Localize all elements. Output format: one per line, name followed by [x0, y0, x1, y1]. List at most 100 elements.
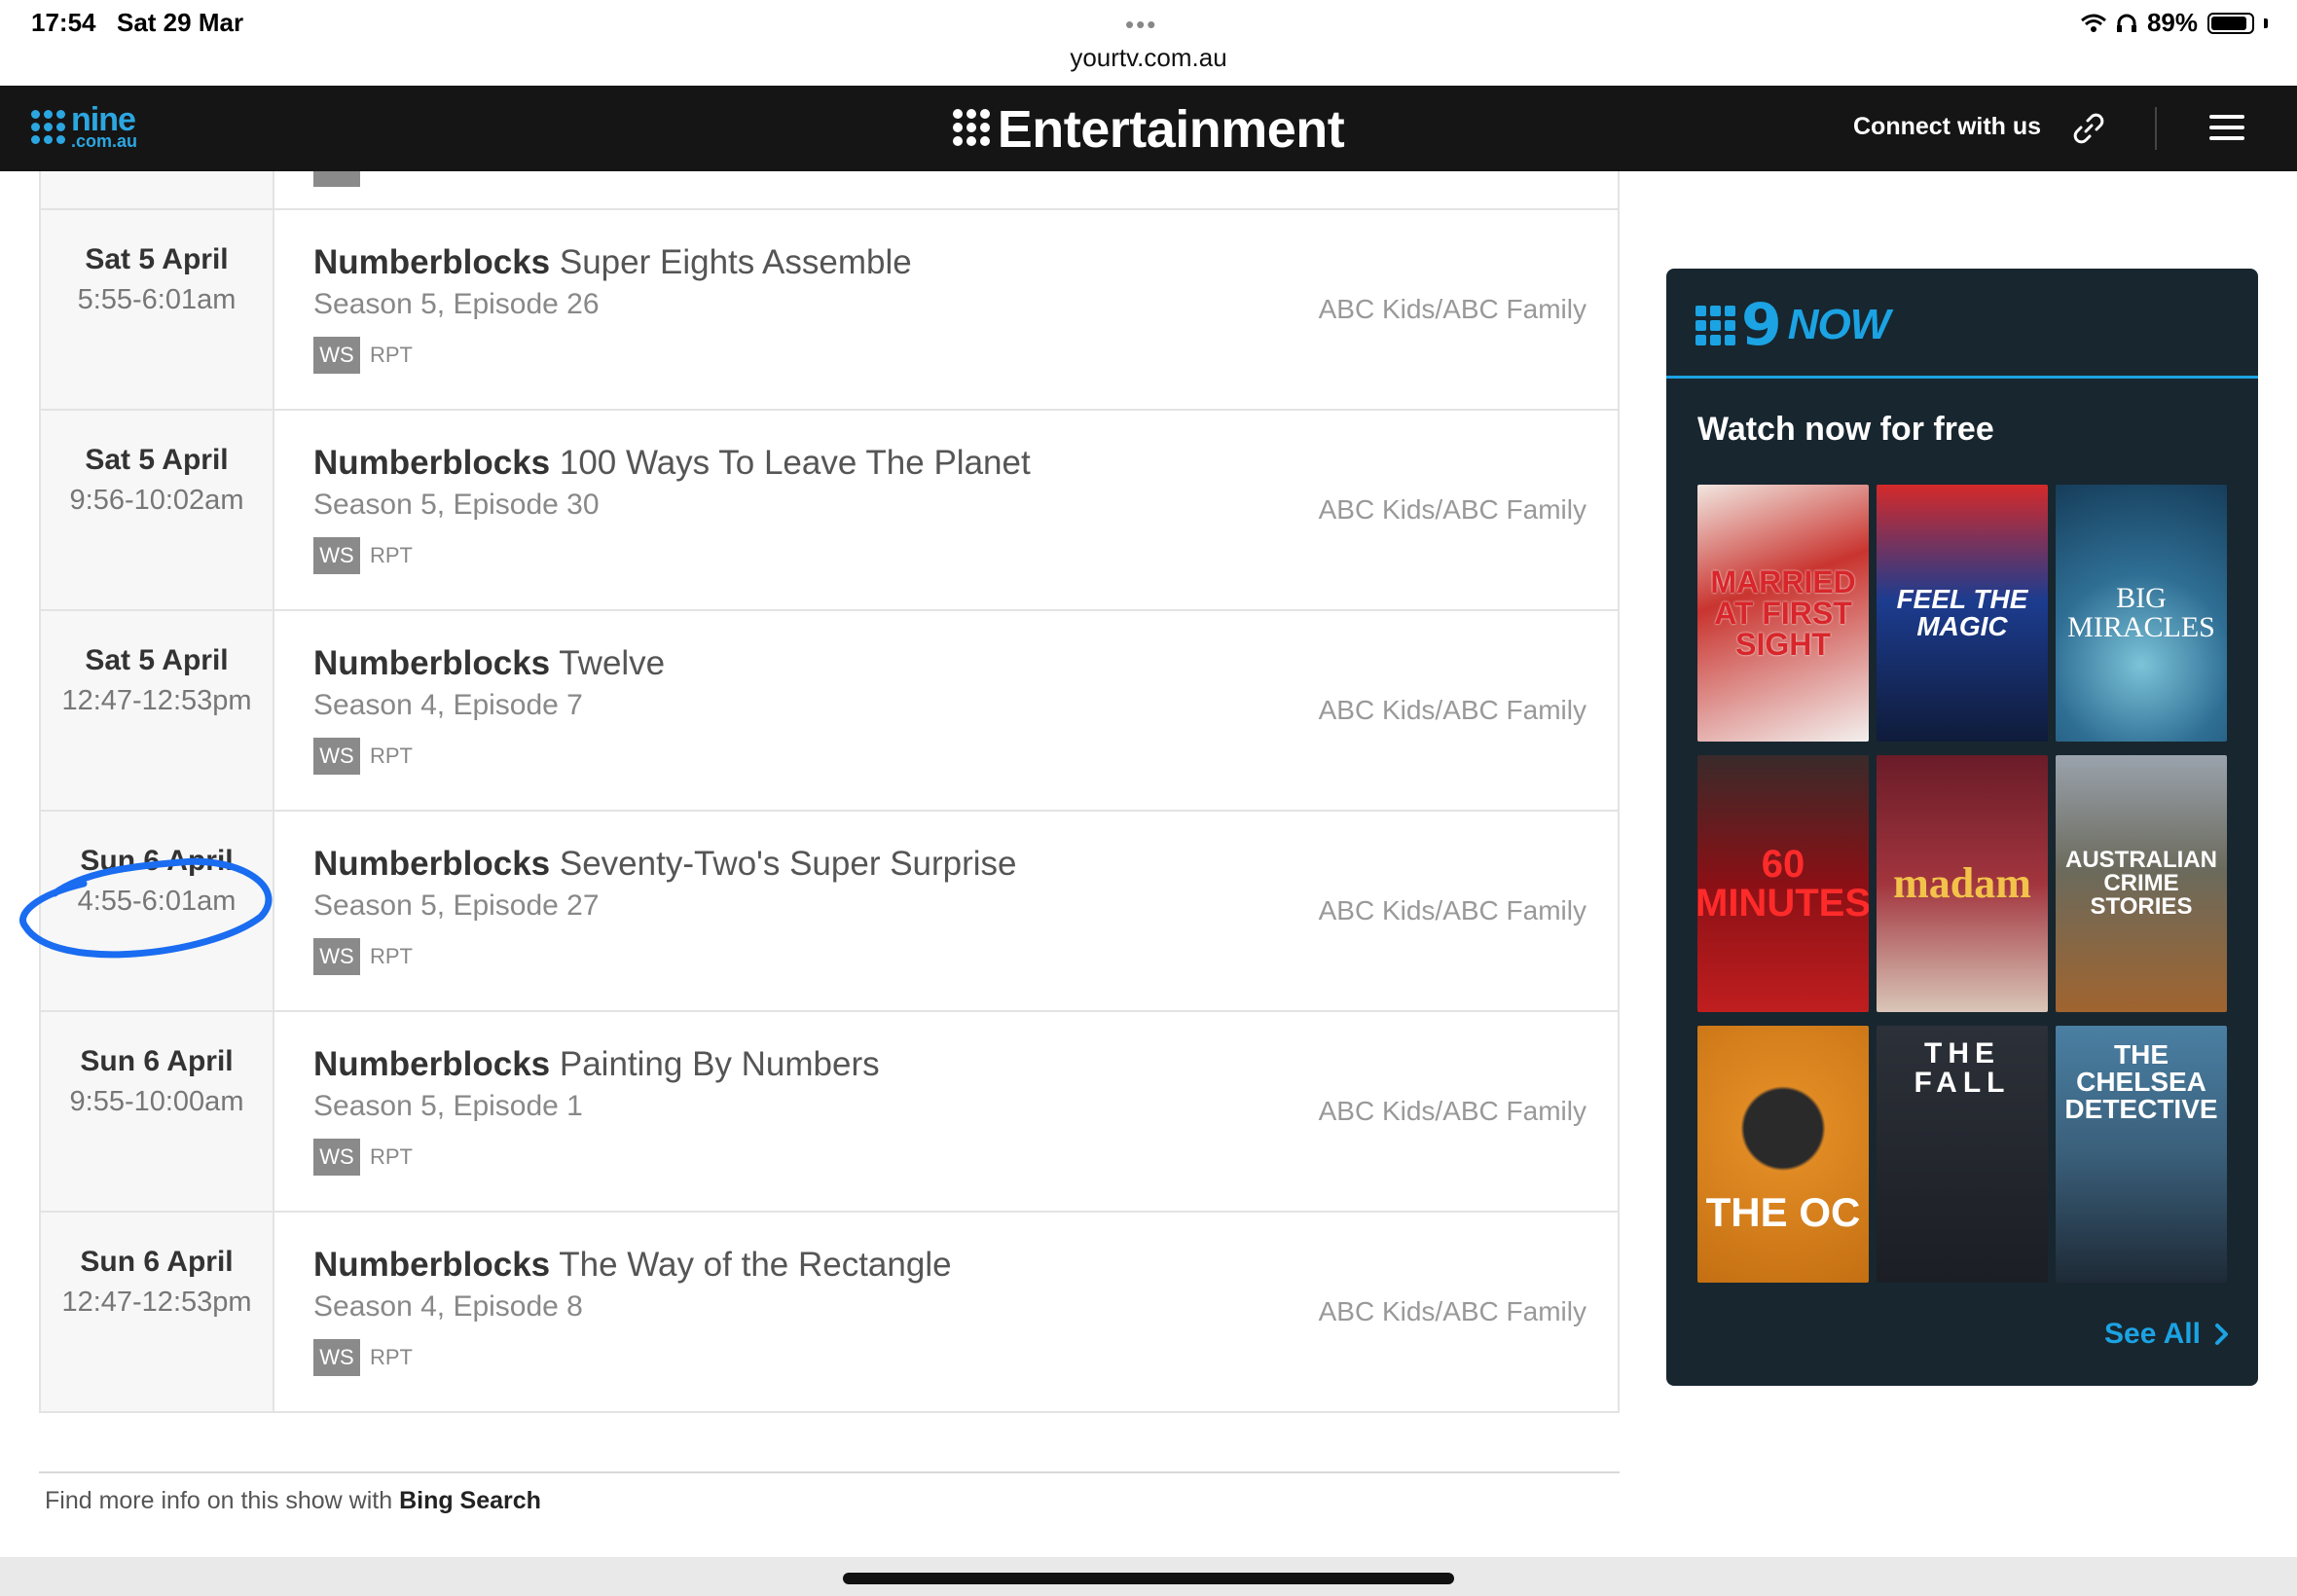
air-day: Sat 5 April — [85, 243, 229, 275]
air-time: 12:47-12:53pm — [61, 1287, 252, 1318]
status-date: Sat 29 Mar — [117, 8, 244, 37]
channel-name: ABC Kids/ABC Family — [1318, 1096, 1586, 1126]
watch-now-heading: Watch now for free — [1697, 411, 1994, 448]
headphones-icon — [2116, 14, 2136, 32]
tv-listings-table: Sat 5 April 5:55-6:01am Numberblocks Sup… — [39, 171, 1620, 1413]
listing-row[interactable]: Sun 6 April 9:55-10:00am Numberblocks Pa… — [41, 1012, 1618, 1213]
show-name[interactable]: Numberblocks — [313, 1045, 550, 1083]
air-day: Sat 5 April — [85, 444, 229, 476]
show-tile-grid: MARRIED AT FIRST SIGHT FEEL THE MAGIC BI… — [1697, 485, 2227, 1283]
show-tile-title: madam — [1893, 859, 2031, 907]
show-tile-title: AUSTRALIAN CRIME STORIES — [2065, 847, 2217, 920]
link-icon[interactable] — [2069, 109, 2108, 148]
status-time: 17:54 — [31, 8, 96, 37]
show-tile-title: MARRIED AT FIRST SIGHT — [1710, 564, 1856, 662]
ninenow-promo-panel: 9 NOW Watch now for free MARRIED AT FIRS… — [1666, 269, 2258, 1386]
home-indicator[interactable] — [843, 1573, 1454, 1584]
ws-badge: WS — [313, 1339, 360, 1376]
show-name[interactable]: Numberblocks — [313, 845, 550, 883]
rpt-badge: RPT — [370, 543, 413, 567]
rpt-badge: RPT — [370, 1345, 413, 1369]
channel-name: ABC Kids/ABC Family — [1318, 494, 1586, 525]
ninenow-dots-icon — [1695, 305, 1735, 345]
see-all-link[interactable]: See All — [2104, 1318, 2230, 1351]
entertainment-dots-icon — [952, 108, 990, 146]
air-day: Sat 5 April — [85, 644, 229, 676]
air-day: Sun 6 April — [80, 1045, 234, 1077]
channel-name: ABC Kids/ABC Family — [1318, 294, 1586, 324]
air-day: Sun 6 April — [80, 845, 234, 877]
show-name[interactable]: Numberblocks — [313, 444, 550, 482]
show-tile-title: THE OC — [1705, 1189, 1861, 1235]
battery-percent: 89% — [2146, 8, 2198, 37]
airtime-cell: Sat 5 April 5:55-6:01am — [41, 210, 274, 409]
episode-title[interactable]: Seventy-Two's Super Surprise — [560, 845, 1017, 883]
air-time: 5:55-6:01am — [77, 284, 237, 315]
home-indicator-bar — [0, 1557, 2297, 1596]
bing-search-note: Find more info on this show with Bing Se… — [45, 1487, 541, 1515]
show-tile-title: BIG MIRACLES — [2067, 582, 2215, 643]
bing-search-prefix: Find more info on this show with — [45, 1487, 393, 1514]
ws-badge: WS — [313, 738, 360, 775]
rpt-badge: RPT — [370, 343, 413, 367]
bing-search-link[interactable]: Bing Search — [399, 1487, 541, 1514]
connect-with-us-label[interactable]: Connect with us — [1853, 113, 2041, 141]
show-name[interactable]: Numberblocks — [313, 243, 550, 281]
airtime-cell: Sun 6 April 4:55-6:01am — [41, 812, 274, 1010]
hamburger-menu-icon[interactable] — [2209, 115, 2244, 147]
show-tile[interactable]: AUSTRALIAN CRIME STORIES — [2056, 755, 2227, 1012]
ws-badge: WS — [313, 938, 360, 975]
show-name[interactable]: Numberblocks — [313, 644, 550, 682]
listing-row[interactable]: Sat 5 April 12:47-12:53pm Numberblocks T… — [41, 611, 1618, 812]
show-tile-title: FEEL THE MAGIC — [1896, 584, 2028, 641]
air-time: 9:55-10:00am — [69, 1086, 244, 1117]
listing-row[interactable]: Sat 5 April 9:56-10:02am Numberblocks 10… — [41, 411, 1618, 611]
show-tile[interactable]: MARRIED AT FIRST SIGHT — [1697, 485, 1869, 742]
air-time: 12:47-12:53pm — [61, 685, 252, 716]
episode-title[interactable]: Super Eights Assemble — [560, 243, 912, 281]
footer-divider — [39, 1471, 1620, 1473]
air-time: 4:55-6:01am — [77, 886, 237, 917]
show-tile[interactable]: 60 MINUTES — [1697, 755, 1869, 1012]
ws-badge: WS — [313, 337, 360, 374]
status-indicators: 89% — [2080, 8, 2268, 38]
nav-divider — [2155, 107, 2157, 150]
airtime-cell: Sun 6 April 12:47-12:53pm — [41, 1213, 274, 1411]
show-tile[interactable]: BIG MIRACLES — [2056, 485, 2227, 742]
ws-tag-partial — [313, 171, 360, 187]
show-tile-title: 60 MINUTES — [1697, 843, 1869, 925]
show-tile[interactable]: THE OC — [1697, 1026, 1869, 1283]
episode-title[interactable]: The Way of the Rectangle — [559, 1246, 951, 1284]
program-info: Numberblocks Twelve Season 4, Episode 7 … — [274, 611, 1618, 810]
show-tile[interactable]: THE CHELSEA DETECTIVE — [2056, 1026, 2227, 1283]
program-info: Numberblocks The Way of the Rectangle Se… — [274, 1213, 1618, 1411]
listing-row[interactable]: Sun 6 April 12:47-12:53pm Numberblocks T… — [41, 1213, 1618, 1413]
air-time: 9:56-10:02am — [69, 485, 244, 516]
tab-dots-icon[interactable]: ••• — [1125, 10, 1157, 40]
episode-title[interactable]: Painting By Numbers — [560, 1045, 880, 1083]
airtime-cell: Sat 5 April 12:47-12:53pm — [41, 611, 274, 810]
address-bar-url[interactable]: yourtv.com.au — [0, 43, 2297, 73]
show-tile-title: THE CHELSEA DETECTIVE — [2064, 1039, 2218, 1124]
program-info: Numberblocks 100 Ways To Leave The Plane… — [274, 411, 1618, 609]
show-tile[interactable]: FEEL THE MAGIC — [1877, 485, 2048, 742]
listing-row[interactable]: Sat 5 April 5:55-6:01am Numberblocks Sup… — [41, 210, 1618, 411]
show-tile[interactable]: THE FALL — [1877, 1026, 2048, 1283]
rpt-badge: RPT — [370, 944, 413, 968]
ws-badge: WS — [313, 537, 360, 574]
show-name[interactable]: Numberblocks — [313, 1246, 550, 1284]
ninenow-logo[interactable]: 9 NOW — [1695, 296, 1891, 354]
airtime-cell: Sun 6 April 9:55-10:00am — [41, 1012, 274, 1211]
ninenow-logo-word: NOW — [1787, 301, 1891, 348]
channel-name: ABC Kids/ABC Family — [1318, 1296, 1586, 1326]
program-info: Numberblocks Seventy-Two's Super Surpris… — [274, 812, 1618, 1010]
airtime-cell: Sat 5 April 9:56-10:02am — [41, 411, 274, 609]
entertainment-title-text: Entertainment — [997, 100, 1345, 159]
ninenow-divider — [1666, 376, 2258, 379]
show-tile[interactable]: madam — [1877, 755, 2048, 1012]
episode-title[interactable]: Twelve — [559, 644, 665, 682]
see-all-label: See All — [2104, 1318, 2201, 1350]
rpt-badge: RPT — [370, 744, 413, 768]
episode-title[interactable]: 100 Ways To Leave The Planet — [560, 444, 1031, 482]
listing-row[interactable]: Sun 6 April 4:55-6:01am Numberblocks Sev… — [41, 812, 1618, 1012]
